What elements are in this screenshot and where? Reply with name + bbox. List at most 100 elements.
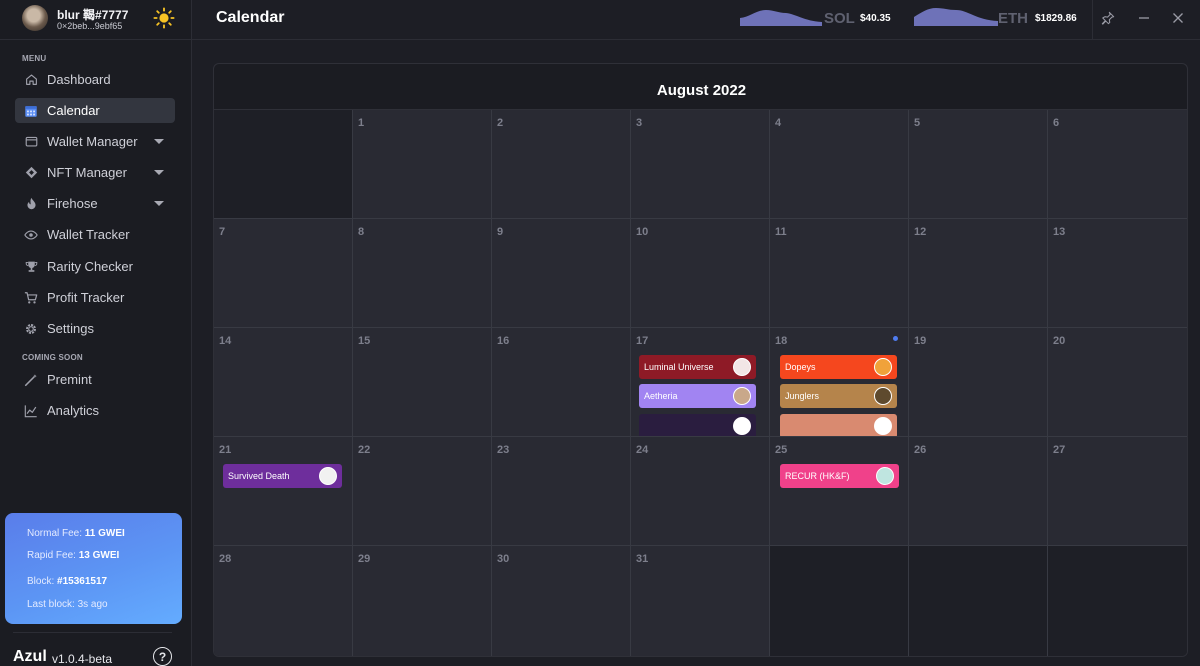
day-number: 15	[358, 335, 371, 347]
chart-icon	[23, 403, 39, 419]
day-number: 9	[497, 226, 504, 238]
sidebar-item-calendar[interactable]: Calendar	[15, 98, 175, 123]
wallet-address[interactable]: 0×2beb...9ebf65	[57, 21, 122, 31]
sidebar-item-label: Premint	[47, 372, 92, 387]
calendar-day[interactable]: 26	[909, 437, 1048, 546]
calendar-day[interactable]: 29	[353, 546, 492, 656]
calendar-day[interactable]: 7	[214, 219, 353, 328]
calendar-event[interactable]: Luminal Universe	[639, 355, 756, 379]
day-number: 31	[636, 553, 649, 565]
chevron-down-icon[interactable]	[154, 201, 164, 206]
calendar-day[interactable]: 28	[214, 546, 353, 656]
pin-icon[interactable]	[1100, 10, 1116, 26]
calendar-day[interactable]: 27	[1048, 437, 1187, 546]
last-block-label: Last block:	[27, 599, 75, 610]
calendar-day[interactable]: 30	[492, 546, 631, 656]
calendar-event[interactable]: Dopeys	[780, 355, 897, 379]
calendar-event[interactable]: Aetheria	[639, 384, 756, 408]
day-number: 30	[497, 553, 510, 565]
calendar-day[interactable]: 4	[770, 110, 909, 219]
topbar: Calendar SOL $40.35 ETH $1829.86	[192, 0, 1200, 40]
calendar-day[interactable]: 15	[353, 328, 492, 437]
sidebar-item-wallet-manager[interactable]: Wallet Manager	[15, 129, 175, 154]
normal-fee: Normal Fee: 11 GWEI	[27, 528, 125, 539]
calendar-event[interactable]: Survived Death	[223, 464, 342, 488]
event-name: Survived Death	[228, 471, 290, 481]
calendar-day[interactable]: 5	[909, 110, 1048, 219]
calendar-day[interactable]: 12	[909, 219, 1048, 328]
calendar-day[interactable]: 18 Dopeys Junglers	[770, 328, 909, 437]
calendar-day[interactable]: 3	[631, 110, 770, 219]
calendar-event[interactable]	[780, 414, 897, 436]
calendar-day[interactable]: 24	[631, 437, 770, 546]
sidebar-item-nft-manager[interactable]: NFT Manager	[15, 160, 175, 185]
coming-soon-section-label: COMING SOON	[22, 353, 83, 362]
chevron-down-icon[interactable]	[154, 139, 164, 144]
calendar-event[interactable]: Junglers	[780, 384, 897, 408]
sidebar-item-dashboard[interactable]: Dashboard	[15, 67, 175, 92]
minimize-icon[interactable]	[1136, 10, 1152, 26]
today-indicator-dot	[893, 336, 898, 341]
calendar-day[interactable]: 31	[631, 546, 770, 656]
calendar-event[interactable]: RECUR (HK&F)	[780, 464, 899, 488]
sidebar-item-label: NFT Manager	[47, 165, 127, 180]
page-title: Calendar	[216, 9, 285, 26]
sidebar-item-wallet-tracker[interactable]: Wallet Tracker	[15, 222, 175, 247]
sun-icon[interactable]	[153, 7, 175, 29]
avatar[interactable]	[22, 5, 48, 31]
calendar-day[interactable]: 19	[909, 328, 1048, 437]
calendar-day[interactable]: 6	[1048, 110, 1187, 219]
day-number: 18	[775, 335, 788, 347]
calendar: August 2022 1 2 3 4 5 6 7 8 9 10 11 12 1…	[213, 63, 1188, 657]
normal-fee-label: Normal Fee:	[27, 528, 83, 539]
cart-icon	[23, 290, 39, 306]
sidebar-item-analytics[interactable]: Analytics	[15, 398, 175, 423]
calendar-day[interactable]: 2	[492, 110, 631, 219]
calendar-day[interactable]: 23	[492, 437, 631, 546]
day-number: 13	[1053, 226, 1066, 238]
sidebar-item-label: Rarity Checker	[47, 259, 133, 274]
day-number: 12	[914, 226, 927, 238]
chevron-down-icon[interactable]	[154, 170, 164, 175]
sidebar-item-settings[interactable]: Settings	[15, 316, 175, 341]
sidebar-item-label: Settings	[47, 321, 94, 336]
calendar-day[interactable]: 22	[353, 437, 492, 546]
day-number: 4	[775, 117, 782, 129]
day-number: 6	[1053, 117, 1060, 129]
calendar-day[interactable]: 16	[492, 328, 631, 437]
calendar-day[interactable]: 8	[353, 219, 492, 328]
calendar-day[interactable]: 1	[353, 110, 492, 219]
calendar-day[interactable]: 9	[492, 219, 631, 328]
profile[interactable]: blur 鞨#7777 0×2beb...9ebf65	[0, 0, 192, 40]
calendar-month: August 2022	[656, 82, 747, 99]
day-number: 3	[636, 117, 643, 129]
sol-ticker: SOL	[824, 10, 855, 27]
sidebar-item-premint[interactable]: Premint	[15, 367, 175, 392]
sidebar-item-rarity-checker[interactable]: Rarity Checker	[15, 254, 175, 279]
calendar-day[interactable]: 20	[1048, 328, 1187, 437]
diamond-icon	[23, 165, 39, 181]
sidebar-item-label: Dashboard	[47, 72, 111, 87]
sidebar-item-firehose[interactable]: Firehose	[15, 191, 175, 216]
calendar-day[interactable]: 17 Luminal Universe Aetheria	[631, 328, 770, 437]
sidebar-item-label: Calendar	[47, 103, 100, 118]
day-number: 28	[219, 553, 232, 565]
day-number: 29	[358, 553, 371, 565]
day-number: 27	[1053, 444, 1066, 456]
day-number: 26	[914, 444, 927, 456]
calendar-day[interactable]: 11	[770, 219, 909, 328]
sidebar-item-profit-tracker[interactable]: Profit Tracker	[15, 285, 175, 310]
close-icon[interactable]	[1170, 10, 1186, 26]
calendar-day[interactable]: 13	[1048, 219, 1187, 328]
calendar-event[interactable]	[639, 414, 756, 436]
last-block: Last block: 3s ago	[27, 599, 108, 610]
help-icon[interactable]: ?	[153, 647, 172, 666]
rapid-fee: Rapid Fee: 13 GWEI	[27, 550, 119, 561]
collection-logo-icon	[733, 387, 751, 405]
calendar-day[interactable]: 25 RECUR (HK&F)	[770, 437, 909, 546]
normal-fee-value: 11 GWEI	[84, 528, 125, 539]
event-name: Junglers	[785, 391, 820, 401]
calendar-day[interactable]: 10	[631, 219, 770, 328]
calendar-day[interactable]: 21 Survived Death	[214, 437, 353, 546]
calendar-day[interactable]: 14	[214, 328, 353, 437]
